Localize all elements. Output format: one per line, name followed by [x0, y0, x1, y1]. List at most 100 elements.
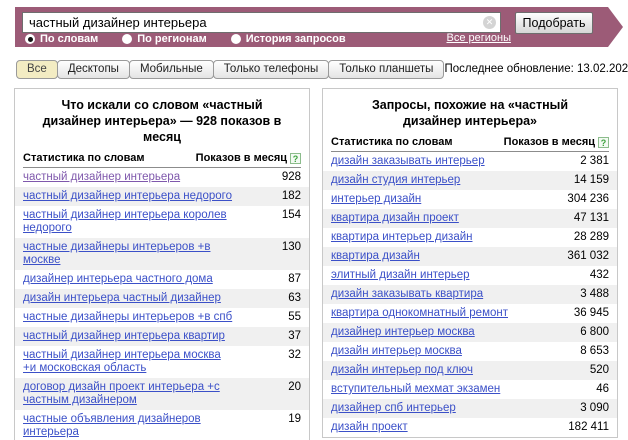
impressions-value: 36 945	[566, 307, 609, 320]
impressions-value: 520	[582, 364, 609, 377]
radio-dot-icon[interactable]	[122, 34, 132, 44]
keyword-link[interactable]: интерьер дизайн	[331, 193, 421, 206]
impressions-value: 20	[280, 381, 301, 394]
impressions-value: 8 653	[572, 345, 609, 358]
keyword-link[interactable]: дизайн интерьер москва	[331, 345, 462, 358]
impressions-value: 47 131	[566, 212, 609, 225]
keyword-link[interactable]: частные дизайнеры интерьеров +в спб	[23, 311, 232, 324]
keyword-link[interactable]: дизайн заказывать квартира	[331, 288, 483, 301]
search-band: ✕ Подобрать По словам По регионам История …	[15, 7, 623, 47]
impressions-value: 28 289	[566, 231, 609, 244]
table-row: частный дизайнер интерьера квартир37	[15, 327, 309, 346]
impressions-value: 304 236	[559, 193, 609, 206]
impressions-value: 928	[274, 171, 301, 184]
keyword-link[interactable]: частный дизайнер интерьера королев недор…	[23, 209, 233, 235]
keyword-link[interactable]: квартира дизайн проект	[331, 212, 459, 225]
regions-link[interactable]: Все регионы	[446, 32, 511, 44]
left-panel-title: Что искали со словом «частный дизайнер и…	[15, 89, 309, 150]
radio-dot-icon[interactable]	[25, 34, 35, 44]
right-column-headers: Статистика по словам Показов в месяц ?	[331, 134, 609, 152]
table-row: частный дизайнер интерьера 928	[15, 168, 309, 187]
radio-История запросов[interactable]: История запросов	[231, 33, 346, 45]
table-row: дизайн интерьер москва 8 653	[323, 342, 617, 361]
table-row: дизайн студия интерьер 14 159	[323, 171, 617, 190]
search-mode-radios: По словам По регионам История запросов	[25, 33, 346, 45]
keyword-link[interactable]: квартира однокомнатный ремонт	[331, 307, 508, 320]
table-row: элитный дизайн интерьер 432	[323, 266, 617, 285]
keyword-link[interactable]: дизайн интерьера частный дизайнер	[23, 292, 221, 305]
radio-По регионам[interactable]: По регионам	[122, 33, 206, 45]
keyword-column-header: Статистика по словам	[331, 136, 453, 148]
table-row: договор дизайн проект интерьера +с частн…	[15, 378, 309, 410]
keyword-link[interactable]: частный дизайнер интерьера москва +и мос…	[23, 349, 233, 375]
search-input[interactable]	[23, 13, 500, 32]
table-row: дизайн заказывать квартира3 488	[323, 285, 617, 304]
right-keyword-table: дизайн заказывать интерьер2 381дизайн ст…	[323, 152, 617, 437]
table-row: частные дизайнеры интерьеров +в москве 13…	[15, 238, 309, 270]
tab-Только планшеты[interactable]: Только планшеты	[328, 60, 444, 79]
impressions-value: 55	[280, 311, 301, 324]
impressions-value: 19	[280, 413, 301, 426]
keyword-link[interactable]: частные объявления дизайнеров интерьера	[23, 413, 233, 439]
table-row: дизайн интерьера частный дизайнер 63	[15, 289, 309, 308]
table-row: вступительный мехмат экзамен 46	[323, 380, 617, 399]
radio-label: История запросов	[246, 33, 346, 45]
table-row: дизайнер интерьера частного дома 87	[15, 270, 309, 289]
keyword-link[interactable]: договор дизайн проект интерьера +с частн…	[23, 381, 233, 407]
tab-Только телефоны[interactable]: Только телефоны	[213, 60, 329, 79]
keyword-link[interactable]: частный дизайнер интерьера квартир	[23, 330, 225, 343]
keyword-link[interactable]: дизайн заказывать интерьер	[331, 155, 485, 168]
search-input-wrap: ✕	[22, 12, 501, 33]
keyword-link[interactable]: дизайнер интерьера частного дома	[23, 273, 213, 286]
radio-По словам[interactable]: По словам	[25, 33, 98, 45]
help-icon[interactable]: ?	[598, 137, 609, 148]
keyword-link[interactable]: квартира интерьер дизайн	[331, 231, 473, 244]
impressions-value: 361 032	[559, 250, 609, 263]
impressions-value: 14 159	[566, 174, 609, 187]
table-row: дизайнер спб интерьер 3 090	[323, 399, 617, 418]
table-row: частные объявления дизайнеров интерьера 1…	[15, 410, 309, 440]
table-row: дизайнер интерьер москва 6 800	[323, 323, 617, 342]
impressions-value: 3 090	[572, 402, 609, 415]
impressions-value: 87	[280, 273, 301, 286]
results-panels: Что искали со словом «частный дизайнер и…	[14, 88, 618, 440]
keyword-link[interactable]: дизайн интерьер под ключ	[331, 364, 473, 377]
radio-dot-icon[interactable]	[231, 34, 241, 44]
impressions-value: 182	[274, 190, 301, 203]
tab-Десктопы[interactable]: Десктопы	[57, 60, 130, 79]
left-keyword-table: частный дизайнер интерьера928частный диз…	[15, 168, 309, 440]
impressions-value: 6 800	[572, 326, 609, 339]
keyword-link[interactable]: дизайнер интерьер москва	[331, 326, 475, 339]
impressions-value: 130	[274, 241, 301, 254]
keyword-link[interactable]: дизайн студия интерьер	[331, 174, 460, 187]
help-icon[interactable]: ?	[290, 153, 301, 164]
keyword-link[interactable]: частный дизайнер интерьера недорого	[23, 190, 232, 203]
value-column-header: Показов в месяц	[196, 152, 287, 164]
keyword-link[interactable]: частные дизайнеры интерьеров +в москве	[23, 241, 233, 267]
tab-Мобильные[interactable]: Мобильные	[129, 60, 214, 79]
table-row: квартира интерьер дизайн 28 289	[323, 228, 617, 247]
table-row: дизайн проект182 411	[323, 418, 617, 437]
impressions-value: 46	[588, 383, 609, 396]
clear-icon[interactable]: ✕	[483, 16, 496, 29]
value-column-header: Показов в месяц	[504, 136, 595, 148]
impressions-value: 432	[582, 269, 609, 282]
keyword-link[interactable]: вступительный мехмат экзамен	[331, 383, 500, 396]
keyword-link[interactable]: дизайн проект	[331, 421, 408, 434]
table-row: частный дизайнер интерьера недорого 182	[15, 187, 309, 206]
keyword-link[interactable]: элитный дизайн интерьер	[331, 269, 470, 282]
table-row: частные дизайнеры интерьеров +в спб 55	[15, 308, 309, 327]
keyword-link[interactable]: дизайнер спб интерьер	[331, 402, 456, 415]
table-row: квартира дизайн 361 032	[323, 247, 617, 266]
tab-Все[interactable]: Все	[16, 60, 58, 79]
table-row: дизайн интерьер под ключ 520	[323, 361, 617, 380]
table-row: квартира дизайн проект 47 131	[323, 209, 617, 228]
keyword-link[interactable]: квартира дизайн	[331, 250, 420, 263]
right-panel: Запросы, похожие на «частный дизайнер ин…	[322, 88, 618, 438]
submit-button[interactable]: Подобрать	[515, 12, 593, 34]
wordstat-page: ✕ Подобрать По словам По регионам История …	[0, 0, 628, 440]
keyword-link[interactable]: частный дизайнер интерьера	[23, 171, 180, 184]
table-row: квартира однокомнатный ремонт 36 945	[323, 304, 617, 323]
table-row: частный дизайнер интерьера королев недор…	[15, 206, 309, 238]
impressions-value: 63	[280, 292, 301, 305]
